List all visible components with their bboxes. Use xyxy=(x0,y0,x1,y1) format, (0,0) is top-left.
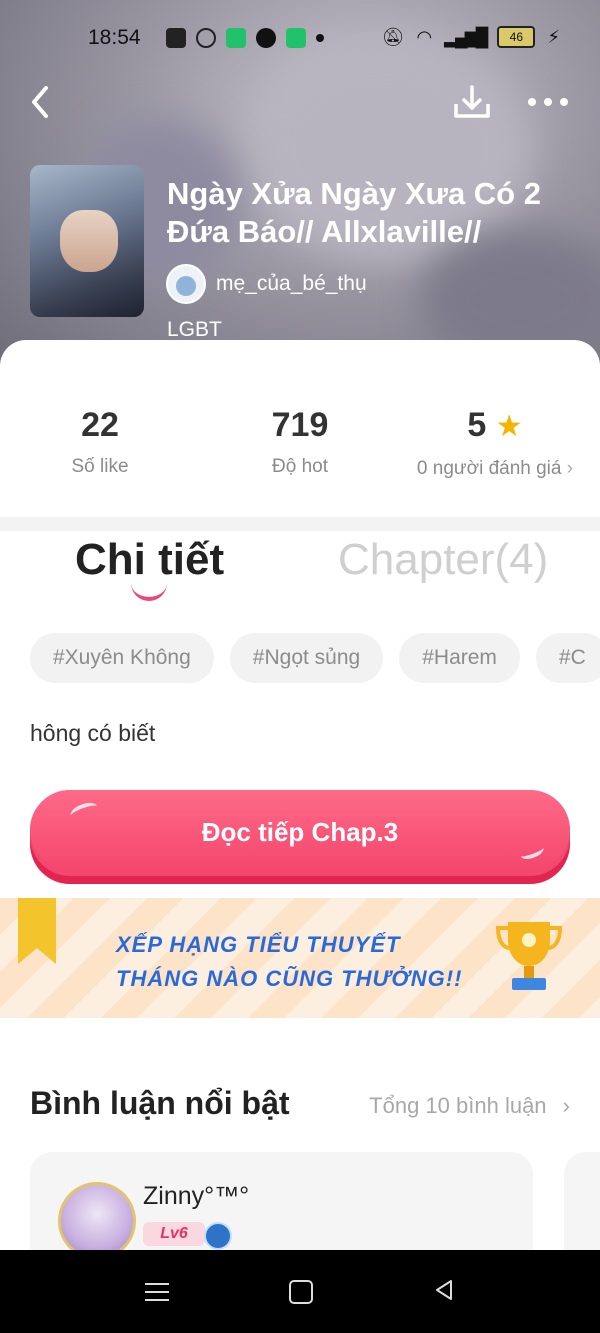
messages-icon xyxy=(286,28,306,48)
tab-indicator xyxy=(131,583,167,601)
stats-row: 22 Số like 719 Độ hot 5 ★ 0 người đánh g… xyxy=(0,402,600,502)
book-title: Ngày Xửa Ngày Xưa Có 2 Đứa Báo// Allxlav… xyxy=(167,176,541,249)
continue-reading-button[interactable]: Đọc tiếp Chap.3 xyxy=(30,790,570,876)
star-icon: ★ xyxy=(495,410,523,443)
tag-chip[interactable]: #C xyxy=(535,633,600,683)
rating-number: 5 xyxy=(467,406,487,444)
back-button[interactable] xyxy=(26,84,56,120)
status-bar: 18:54 🔕︎ ◠ ▂▄▆█ 46 ⚡ xyxy=(0,20,600,56)
verified-badge-icon xyxy=(204,1222,232,1250)
status-icons-right: 🔕︎ ◠ ▂▄▆█ 46 ⚡ xyxy=(382,26,560,48)
section-divider xyxy=(0,517,600,531)
edge-icon xyxy=(196,28,216,48)
hot-count: 719 xyxy=(271,406,329,444)
detail-card: 22 Số like 719 Độ hot 5 ★ 0 người đánh g… xyxy=(0,340,600,1272)
dot-icon xyxy=(316,34,324,42)
facebook-icon xyxy=(166,28,186,48)
chevron-right-icon: › xyxy=(562,1093,570,1118)
system-nav-bar xyxy=(0,1250,600,1333)
commenter-name[interactable]: Zinny°™° xyxy=(143,1182,249,1211)
download-icon xyxy=(454,85,490,118)
rating-count-text: 0 người đánh giá xyxy=(416,458,562,479)
home-button-icon[interactable] xyxy=(289,1280,313,1304)
book-description: hông có biết xyxy=(30,720,156,746)
continue-reading-label: Đọc tiếp Chap.3 xyxy=(30,790,570,870)
author-avatar xyxy=(166,264,206,304)
book-cover[interactable] xyxy=(30,165,144,317)
comments-total-link[interactable]: Tổng 10 bình luận › xyxy=(369,1093,570,1119)
tab-detail[interactable]: Chi tiết xyxy=(75,535,224,585)
charging-icon: ⚡ xyxy=(547,26,560,47)
like-stat: 22 Số like xyxy=(0,402,200,478)
banner-line-1: XẾP HẠNG TIỂU THUYẾT xyxy=(116,932,401,957)
tag-chip[interactable]: #Harem xyxy=(399,633,520,683)
hot-label: Độ hot xyxy=(272,456,328,477)
tiktok-icon xyxy=(256,28,276,48)
more-dots-icon xyxy=(528,98,568,106)
tab-bar: Chi tiết Chapter(4) xyxy=(0,535,600,601)
comments-total-text: Tổng 10 bình luận xyxy=(369,1093,547,1118)
more-options-button[interactable] xyxy=(526,92,570,112)
banner-line-2: THÁNG NÀO CŨNG THƯỞNG!! xyxy=(116,966,463,991)
comments-title: Bình luận nổi bật xyxy=(30,1085,290,1121)
tag-list: #Xuyên Không #Ngọt sủng #Harem #C xyxy=(30,633,600,683)
rating-value: 5 ★ xyxy=(390,402,600,450)
hot-stat: 719 Độ hot xyxy=(200,402,400,478)
chevron-right-icon: › xyxy=(566,458,574,479)
wifi-icon: ◠ xyxy=(416,26,433,47)
trophy-icon xyxy=(495,922,563,990)
menu-lines-icon xyxy=(145,1283,169,1301)
banner-text: XẾP HẠNG TIỂU THUYẾT THÁNG NÀO CŨNG THƯỞ… xyxy=(116,928,462,996)
status-icons-left xyxy=(166,28,324,48)
genre-label[interactable]: LGBT xyxy=(167,318,222,342)
tab-chapters[interactable]: Chapter(4) xyxy=(338,535,548,585)
bookmark-ribbon-icon xyxy=(18,898,56,964)
ranking-banner[interactable]: XẾP HẠNG TIỂU THUYẾT THÁNG NÀO CŨNG THƯỞ… xyxy=(0,898,600,1018)
nav-back-icon[interactable] xyxy=(433,1279,453,1300)
author-row[interactable]: mẹ_của_bé_thụ xyxy=(166,264,367,304)
mute-icon: 🔕︎ xyxy=(381,26,405,47)
top-bar xyxy=(0,84,600,124)
back-arrow-icon xyxy=(32,86,48,118)
triangle-back-icon xyxy=(436,1280,452,1300)
level-badge: Lv6 xyxy=(143,1222,205,1246)
status-time: 18:54 xyxy=(88,26,141,49)
comments-header: Bình luận nổi bật Tổng 10 bình luận › xyxy=(30,1085,570,1125)
rating-label: 0 người đánh giá › xyxy=(390,458,600,480)
tag-chip[interactable]: #Ngọt sủng xyxy=(229,633,384,683)
like-label: Số like xyxy=(71,456,129,477)
cover-face xyxy=(60,210,118,272)
wechat-icon xyxy=(226,28,246,48)
signal-icon: ▂▄▆█ xyxy=(444,26,488,47)
battery-icon: 46 xyxy=(497,26,536,48)
rating-stat[interactable]: 5 ★ 0 người đánh giá › xyxy=(390,402,600,480)
author-name: mẹ_của_bé_thụ xyxy=(216,272,367,295)
like-count: 22 xyxy=(81,406,119,444)
commenter-avatar[interactable] xyxy=(58,1182,136,1260)
recent-apps-icon[interactable] xyxy=(145,1280,169,1304)
tag-chip[interactable]: #Xuyên Không xyxy=(30,633,214,683)
download-button[interactable] xyxy=(452,84,492,122)
